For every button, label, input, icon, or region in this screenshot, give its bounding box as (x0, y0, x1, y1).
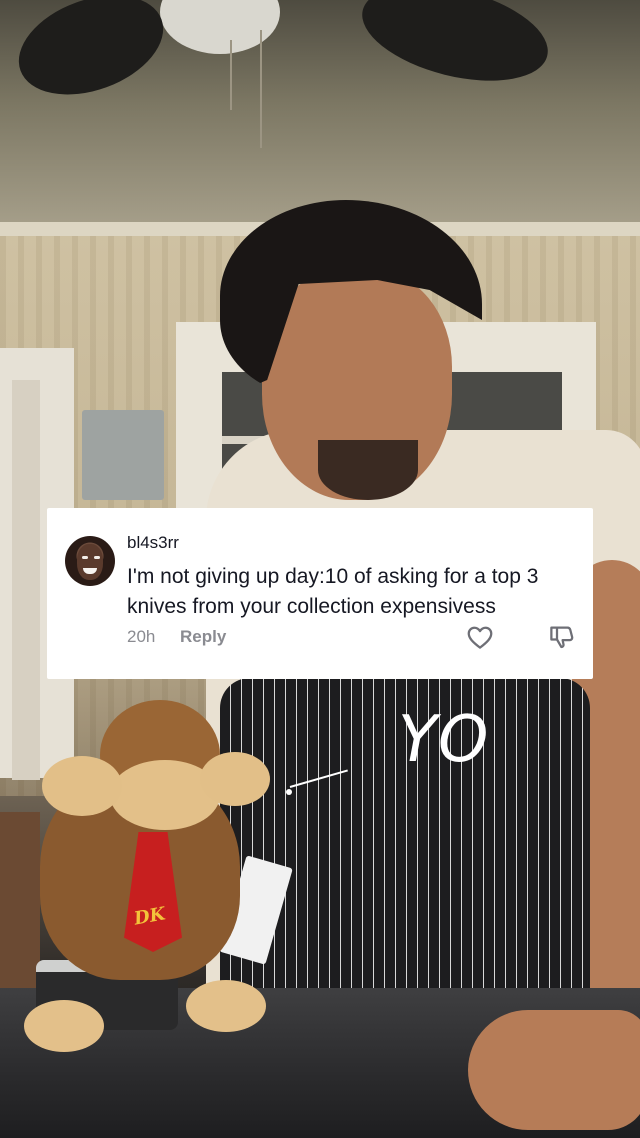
avatar[interactable] (65, 536, 115, 586)
avatar-face (77, 544, 103, 580)
person-beard (318, 440, 418, 500)
reply-button[interactable]: Reply (180, 627, 226, 647)
wall-shelf (82, 410, 164, 500)
plush-toy-foot (24, 1000, 104, 1052)
plush-toy-hand (42, 756, 122, 816)
door-panel (12, 380, 40, 780)
fan-chain (260, 30, 262, 148)
person-hand (468, 1010, 640, 1130)
plush-toy-foot (186, 980, 266, 1032)
avatar-eye (82, 556, 88, 559)
comment-text: I'm not giving up day:10 of asking for a… (127, 565, 539, 618)
plush-toy-hand (200, 752, 270, 806)
comment-username[interactable]: bl4s3rr (127, 533, 179, 553)
fan-chain (230, 40, 232, 110)
thumbs-down-outline-icon (550, 626, 574, 649)
comment-card[interactable]: bl4s3rr I'm not giving up day:10 of aski… (47, 508, 593, 679)
caption-pointer-dot (286, 789, 292, 795)
video-caption: YO (398, 703, 491, 777)
heart-outline-icon (467, 626, 493, 649)
like-button[interactable] (465, 622, 495, 652)
comment-timestamp: 20h (127, 627, 156, 646)
cabinet (0, 812, 40, 988)
avatar-eye (94, 556, 100, 559)
dislike-button[interactable] (547, 622, 577, 652)
